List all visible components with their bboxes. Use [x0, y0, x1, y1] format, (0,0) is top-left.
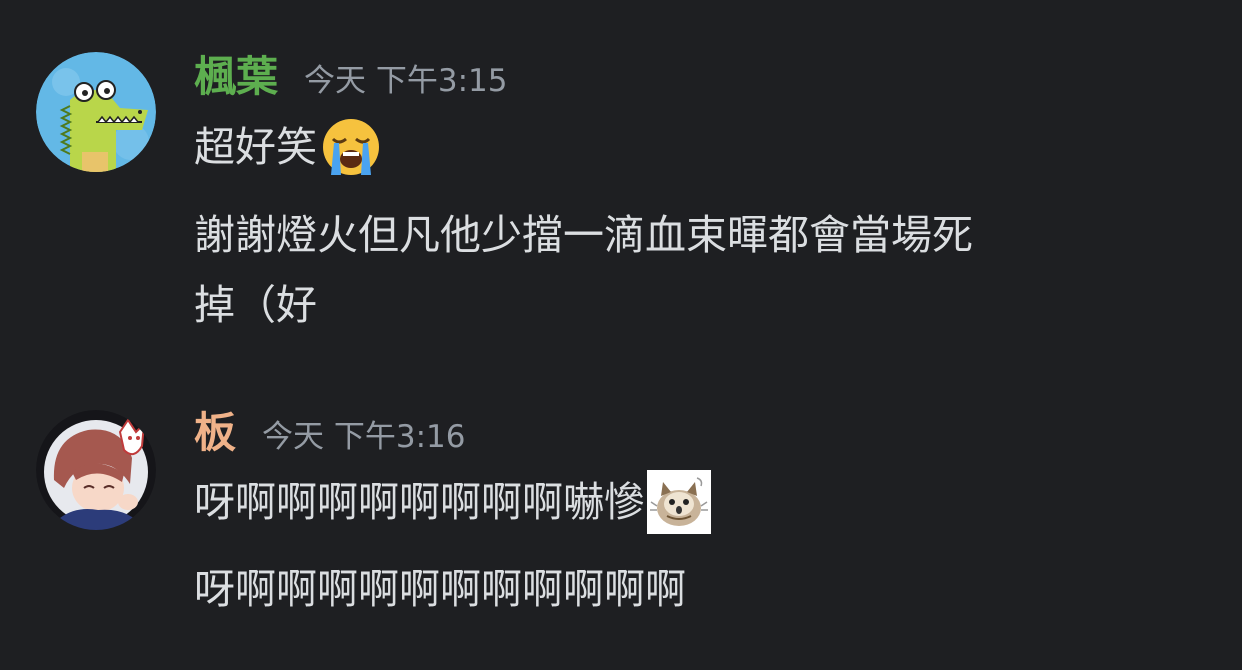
anime-character-avatar-icon	[36, 410, 156, 530]
timestamp: 今天 下午3:15	[304, 63, 508, 99]
scared-cat-sticker-icon[interactable]	[647, 470, 711, 534]
green-crocodile-avatar-icon	[36, 52, 156, 172]
timestamp: 今天 下午3:16	[262, 419, 466, 455]
message-text: 謝謝燈火但凡他少擋一滴血束暉都會當場死	[194, 210, 973, 259]
username[interactable]: 楓葉	[194, 56, 278, 98]
user-avatar[interactable]	[36, 52, 156, 172]
message-line: 超好笑	[194, 115, 383, 179]
message-line: 呀啊啊啊啊啊啊啊啊嚇慘	[194, 470, 711, 534]
username[interactable]: 板	[194, 412, 236, 454]
message-header: 板 今天 下午3:16	[194, 412, 465, 458]
message-line: 呀啊啊啊啊啊啊啊啊啊啊啊	[194, 566, 686, 612]
message-text: 超好笑	[194, 122, 317, 171]
message-text: 掉（好	[194, 280, 317, 329]
message-line: 謝謝燈火但凡他少擋一滴血束暉都會當場死	[194, 212, 973, 258]
loudly-crying-face-emoji-icon	[319, 115, 383, 179]
chat-message-list: 楓葉 今天 下午3:15 超好笑 謝謝燈火但凡他少擋一滴血束暉都會當場死 掉（好…	[0, 0, 1242, 670]
message-header: 楓葉 今天 下午3:15	[194, 56, 507, 102]
message-text: 呀啊啊啊啊啊啊啊啊嚇慘	[194, 477, 645, 526]
user-avatar[interactable]	[36, 410, 156, 530]
message-text: 呀啊啊啊啊啊啊啊啊啊啊啊	[194, 564, 686, 613]
message-line: 掉（好	[194, 282, 317, 328]
